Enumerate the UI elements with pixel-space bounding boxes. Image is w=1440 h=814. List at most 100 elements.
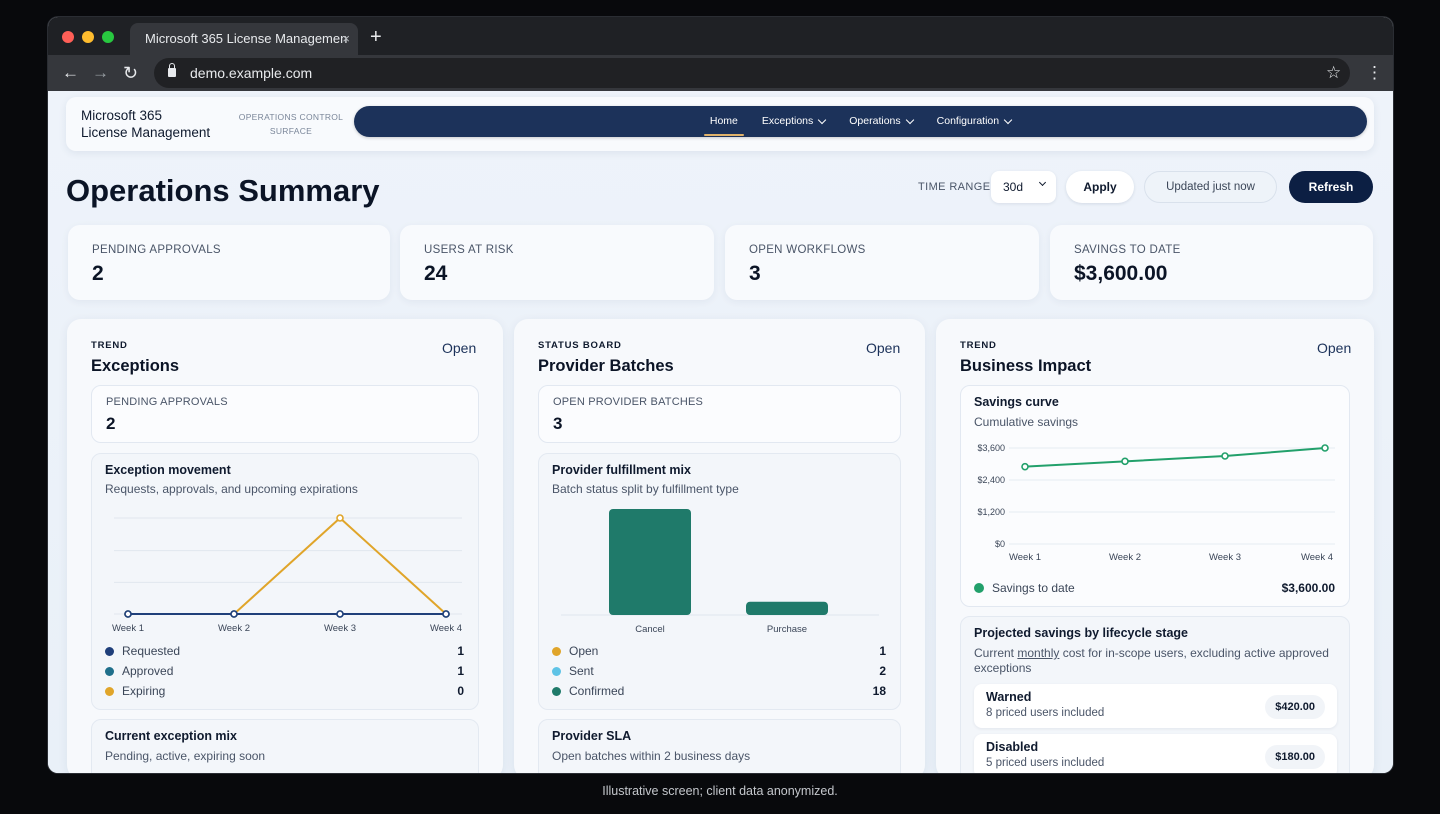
nav-operations[interactable]: Operations [849, 106, 914, 137]
stage-amount: $180.00 [1265, 745, 1325, 769]
legend-row-approved: Approved 1 [105, 661, 464, 681]
minimize-window-button[interactable] [82, 31, 94, 43]
bookmark-star-icon[interactable]: ☆ [1326, 61, 1341, 85]
exception-movement-chart: Week 1 Week 2 Week 3 Week 4 [112, 514, 462, 634]
kpi-value: 24 [424, 262, 448, 285]
data-point-requested [124, 610, 132, 618]
stage-warned: Warned 8 priced users included $420.00 [974, 684, 1337, 728]
savings-legend: Savings to date $3,600.00 [974, 578, 1335, 598]
legend-dot [552, 666, 561, 676]
close-window-button[interactable] [62, 31, 74, 43]
brand-line-1: Microsoft 365 [81, 108, 163, 123]
legend-dot [552, 646, 561, 656]
y-tick-label: $1,200 [977, 507, 1005, 517]
open-provider-batches-card: OPEN PROVIDER BATCHES 3 [538, 385, 901, 443]
surface-label: OPERATIONS CONTROL SURFACE [236, 110, 346, 138]
legend-dot [105, 686, 114, 696]
provider-batches-panel: STATUS BOARD Provider Batches Open OPEN … [514, 319, 925, 773]
provider-fulfillment-card: Provider fulfillment mix Batch status sp… [538, 453, 901, 710]
time-range-select[interactable]: 30d [991, 171, 1056, 203]
surface-line-1: OPERATIONS CONTROL [238, 112, 344, 122]
chevron-down-icon [1038, 178, 1047, 187]
legend-value: 18 [872, 684, 886, 698]
bar-cancel [609, 509, 691, 615]
exception-legend: Requested 1 Approved 1 Expiring 0 [105, 641, 464, 701]
forward-arrow-icon[interactable]: → [92, 61, 109, 85]
back-arrow-icon[interactable]: ← [62, 61, 79, 85]
legend-row-confirmed: Confirmed 18 [552, 681, 886, 701]
series-line-expiring [128, 516, 447, 615]
brand[interactable]: Microsoft 365 License Management [81, 107, 210, 141]
chart-title: Provider fulfillment mix [552, 463, 691, 477]
chart-subtitle: Current monthly cost for in-scope users,… [974, 646, 1333, 676]
x-tick-label: Week 2 [218, 623, 250, 634]
address-bar[interactable]: demo.example.com [154, 58, 1350, 88]
bar-purchase [746, 601, 828, 615]
panel-eyebrow: TREND [91, 340, 128, 351]
x-tick-label: Week 2 [1109, 552, 1141, 563]
data-point-requested [230, 610, 238, 618]
legend-name: Confirmed [569, 684, 625, 698]
metric-label: OPEN PROVIDER BATCHES [553, 396, 704, 408]
reload-icon[interactable]: ↻ [123, 61, 138, 85]
chart-subtitle: Batch status split by fulfillment type [552, 482, 739, 496]
x-tick-label: Week 1 [112, 623, 144, 634]
chevron-down-icon [1003, 115, 1013, 125]
y-tick-label: $3,600 [977, 443, 1005, 453]
address-bar-row: ← → ↻ demo.example.com ☆ ⋮ [48, 55, 1393, 91]
provider-legend: Open 1 Sent 2 Confirmed 18 [552, 641, 886, 701]
nav-configuration[interactable]: Configuration [937, 106, 1013, 137]
kpi-label: USERS AT RISK [424, 244, 514, 256]
chevron-down-icon [818, 115, 827, 125]
data-point-savings [1321, 444, 1329, 452]
apply-button[interactable]: Apply [1066, 171, 1134, 203]
tab-close-icon[interactable]: × [342, 23, 350, 55]
nav-home[interactable]: Home [703, 106, 744, 137]
app-header: Microsoft 365 License Management OPERATI… [66, 97, 1374, 151]
metric-value: 2 [106, 414, 116, 433]
new-tab-button[interactable]: + [370, 23, 382, 51]
legend-value: 0 [457, 684, 464, 698]
series-line-savings [1024, 447, 1326, 468]
legend-dot [552, 686, 561, 696]
legend-row-expiring: Expiring 0 [105, 681, 464, 701]
chart-subtitle: Requests, approvals, and upcoming expira… [105, 482, 358, 496]
tab-title: Microsoft 365 License Managemen [145, 31, 348, 46]
refresh-button[interactable]: Refresh [1289, 171, 1373, 203]
page-content: Microsoft 365 License Management OPERATI… [48, 91, 1393, 773]
nav-operations-label: Operations [849, 115, 901, 127]
chart-subtitle: Pending, active, expiring soon [105, 749, 266, 763]
legend-row-open: Open 1 [552, 641, 886, 661]
impact-open-link[interactable]: Open [1317, 340, 1351, 356]
data-point-requested [442, 610, 450, 618]
provider-open-link[interactable]: Open [866, 340, 900, 356]
data-point-requested [336, 610, 344, 618]
x-tick-label: Purchase [767, 624, 807, 634]
legend-dot [105, 646, 114, 656]
kpi-label: PENDING APPROVALS [92, 244, 221, 256]
stage-sub: 5 priced users included [986, 757, 1105, 769]
updated-status: Updated just now [1144, 171, 1277, 203]
browser-tab[interactable]: Microsoft 365 License Managemen × [130, 23, 358, 55]
url-text[interactable]: demo.example.com [190, 58, 312, 88]
legend-name: Open [569, 644, 599, 658]
data-point-savings [1121, 457, 1129, 466]
stage-name: Disabled [986, 740, 1039, 754]
legend-row-sent: Sent 2 [552, 661, 886, 681]
legend-dot [974, 583, 984, 593]
maximize-window-button[interactable] [102, 31, 114, 43]
browser-menu-icon[interactable]: ⋮ [1366, 61, 1383, 85]
nav-exceptions[interactable]: Exceptions [762, 106, 827, 137]
exceptions-open-link[interactable]: Open [442, 340, 476, 356]
panel-title: Exceptions [91, 357, 180, 375]
exception-movement-card: Exception movement Requests, approvals, … [91, 453, 479, 710]
data-point-expiring [336, 514, 344, 522]
panel-eyebrow: STATUS BOARD [538, 340, 622, 351]
main-nav: Home Exceptions Operations Configuration [354, 106, 1367, 137]
kpi-pending-approvals: PENDING APPROVALS 2 [68, 225, 390, 300]
data-point-savings [1021, 462, 1029, 471]
legend-name: Sent [569, 664, 594, 678]
x-tick-label: Cancel [635, 624, 665, 634]
stage-disabled: Disabled 5 priced users included $180.00 [974, 734, 1337, 773]
business-impact-panel: TREND Business Impact Open Savings curve… [936, 319, 1374, 773]
